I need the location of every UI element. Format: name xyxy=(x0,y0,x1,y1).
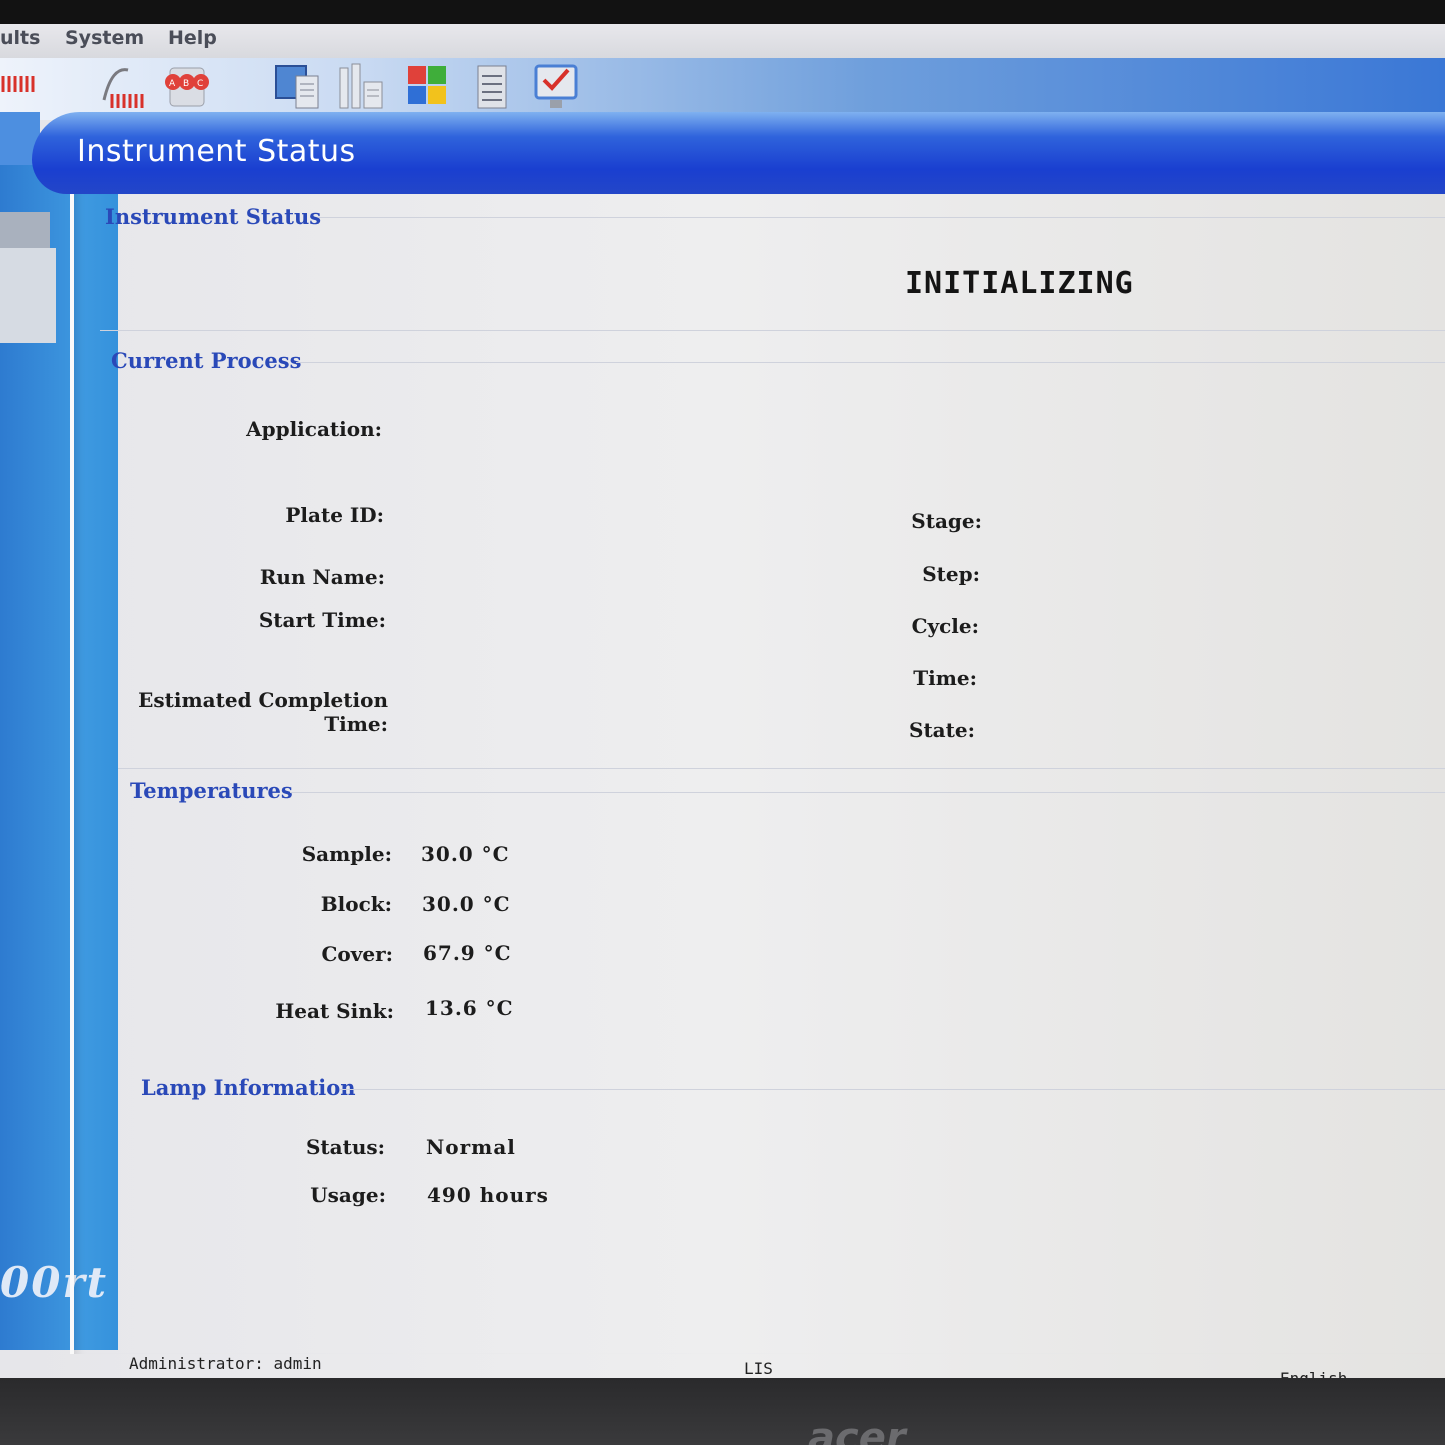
divider xyxy=(100,330,1445,331)
state-label: State: xyxy=(909,718,975,742)
heat-sink-temp-value: 13.6 °C xyxy=(425,996,514,1020)
run-name-label: Run Name: xyxy=(259,565,385,589)
lamp-status-value: Normal xyxy=(426,1135,516,1159)
plate-icon[interactable] xyxy=(0,72,40,96)
status-bar-lis[interactable]: LIS xyxy=(744,1359,773,1378)
sample-temp-label: Sample: xyxy=(301,842,392,866)
divider xyxy=(290,792,1445,793)
application-label: Application: xyxy=(246,417,382,441)
toolbar: A B C xyxy=(0,58,1445,120)
divider xyxy=(118,768,1445,769)
document-icon[interactable] xyxy=(466,60,520,114)
lamp-usage-label: Usage: xyxy=(310,1183,386,1207)
cycle-label: Cycle: xyxy=(911,614,979,638)
section-title-temperatures: Temperatures xyxy=(130,778,293,803)
monitor-brand-logo: acer xyxy=(808,1415,906,1445)
section-title-instrument-status: Instrument Status xyxy=(105,204,322,229)
block-temp-value: 30.0 °C xyxy=(422,892,511,916)
monitor-bezel-bottom xyxy=(0,1378,1445,1445)
abc-icon[interactable]: A B C xyxy=(160,60,214,114)
lamp-usage-value: 490 hours xyxy=(427,1183,549,1207)
svg-text:A: A xyxy=(169,79,176,89)
windows-icon[interactable] xyxy=(402,60,456,114)
page-title: Instrument Status xyxy=(77,134,356,169)
status-bar-user: Administrator: admin xyxy=(129,1354,322,1373)
section-title-lamp-information: Lamp Information xyxy=(141,1075,356,1100)
time-label: Time: xyxy=(913,666,977,690)
divider xyxy=(318,217,1445,218)
menu-help[interactable]: Help xyxy=(168,27,217,49)
sidebar-tab[interactable] xyxy=(0,212,50,248)
section-title-current-process: Current Process xyxy=(111,348,302,373)
stage-label: Stage: xyxy=(911,509,982,533)
step-label: Step: xyxy=(922,562,980,586)
lamp-status-label: Status: xyxy=(305,1135,385,1159)
block-temp-label: Block: xyxy=(320,892,392,916)
cover-temp-label: Cover: xyxy=(321,942,393,966)
thermal-profile-icon[interactable] xyxy=(98,60,152,114)
sidebar-panel xyxy=(0,248,56,343)
monitor-check-icon[interactable] xyxy=(530,60,584,114)
divider xyxy=(340,1089,1445,1090)
menu-system[interactable]: System xyxy=(65,27,144,49)
svg-text:C: C xyxy=(197,79,203,89)
computer-icon[interactable] xyxy=(272,60,326,114)
svg-text:B: B xyxy=(183,79,189,89)
menu-bar: ults System Help xyxy=(0,24,1445,59)
instrument-icon[interactable] xyxy=(336,60,390,114)
start-time-label: Start Time: xyxy=(258,608,386,632)
heat-sink-temp-label: Heat Sink: xyxy=(275,999,394,1023)
plate-id-label: Plate ID: xyxy=(285,503,384,527)
estimated-completion-time-label: Estimated Completion Time: xyxy=(138,688,388,736)
divider xyxy=(296,362,1445,363)
screen: ults System Help A B C 00rt Instrument S… xyxy=(0,0,1445,1445)
sample-temp-value: 30.0 °C xyxy=(421,842,510,866)
menu-results[interactable]: ults xyxy=(0,27,40,49)
instrument-state: INITIALIZING xyxy=(905,266,1134,301)
cover-temp-value: 67.9 °C xyxy=(423,941,512,965)
